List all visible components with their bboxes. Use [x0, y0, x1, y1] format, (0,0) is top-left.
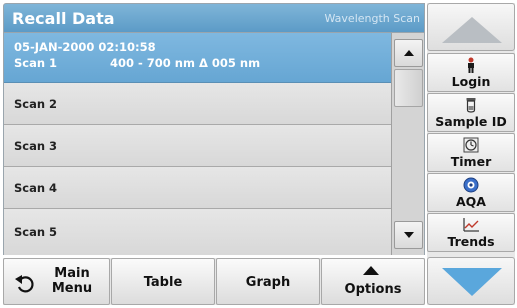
list-item-scan-3[interactable]: Scan 3	[4, 125, 392, 167]
right-side-panel: Login Sample ID Timer AQA Trends	[427, 3, 515, 305]
mode-label: Wavelength Scan	[324, 12, 421, 25]
main-menu-label-line2: Menu	[51, 281, 93, 296]
sample-id-label: Sample ID	[435, 114, 507, 129]
scroll-thumb[interactable]	[394, 69, 423, 107]
table-button[interactable]: Table	[111, 258, 215, 305]
login-button[interactable]: Login	[427, 53, 515, 92]
main-menu-label: Main Menu	[42, 266, 102, 296]
list-scrollbar[interactable]	[391, 33, 425, 255]
page-up-button[interactable]	[427, 3, 515, 51]
list-item-scan-2[interactable]: Scan 2	[4, 83, 392, 125]
graph-button[interactable]: Graph	[216, 258, 320, 305]
page-title: Recall Data	[12, 9, 115, 28]
trends-button[interactable]: Trends	[427, 213, 515, 252]
scan-range: 400 - 700 nm Δ 005 nm	[110, 56, 261, 70]
back-arrow-icon	[15, 275, 34, 293]
scan-name: Scan 3	[14, 139, 58, 153]
timer-label: Timer	[450, 154, 492, 169]
scan-name: Scan 4	[14, 181, 58, 195]
login-label: Login	[451, 74, 491, 89]
table-label: Table	[143, 275, 183, 290]
page-down-button[interactable]	[427, 257, 515, 305]
options-up-arrow-icon	[363, 266, 379, 275]
trends-chart-icon	[428, 216, 514, 234]
title-bar: Recall Data Wavelength Scan	[3, 3, 425, 33]
scan-name: Scan 2	[14, 97, 58, 111]
scan-name: Scan 5	[14, 225, 58, 239]
scroll-up-button[interactable]	[394, 39, 423, 67]
large-up-arrow-icon	[442, 17, 502, 43]
scroll-down-button[interactable]	[394, 221, 423, 249]
timer-button[interactable]: Timer	[427, 133, 515, 172]
main-menu-button[interactable]: Main Menu	[3, 258, 110, 305]
large-down-arrow-icon	[442, 268, 502, 296]
scan-name: Scan 1	[14, 56, 58, 70]
options-label: Options	[344, 282, 402, 297]
trends-label: Trends	[447, 234, 495, 249]
scan-list: 05-JAN-2000 02:10:58 Scan 1 400 - 700 nm…	[3, 33, 392, 255]
bottom-toolbar: Main Menu Table Graph Options	[3, 258, 425, 305]
timer-icon	[428, 136, 514, 154]
aqa-button[interactable]: AQA	[427, 173, 515, 212]
list-item-scan-5[interactable]: Scan 5	[4, 209, 392, 255]
arrow-down-icon	[404, 232, 414, 238]
aqa-label: AQA	[456, 194, 486, 209]
scan-datetime: 05-JAN-2000 02:10:58	[14, 40, 156, 54]
graph-label: Graph	[245, 275, 291, 290]
list-item-scan-1[interactable]: 05-JAN-2000 02:10:58 Scan 1 400 - 700 nm…	[4, 33, 392, 83]
arrow-up-icon	[404, 50, 414, 56]
sample-id-button[interactable]: Sample ID	[427, 93, 515, 132]
aqa-icon	[428, 176, 514, 194]
person-icon	[428, 56, 514, 74]
options-button[interactable]: Options	[321, 258, 425, 305]
main-menu-label-line1: Main	[54, 266, 90, 281]
list-item-scan-4[interactable]: Scan 4	[4, 167, 392, 209]
sample-vial-icon	[428, 96, 514, 114]
recall-data-screen: Recall Data Wavelength Scan 05-JAN-2000 …	[0, 0, 517, 308]
